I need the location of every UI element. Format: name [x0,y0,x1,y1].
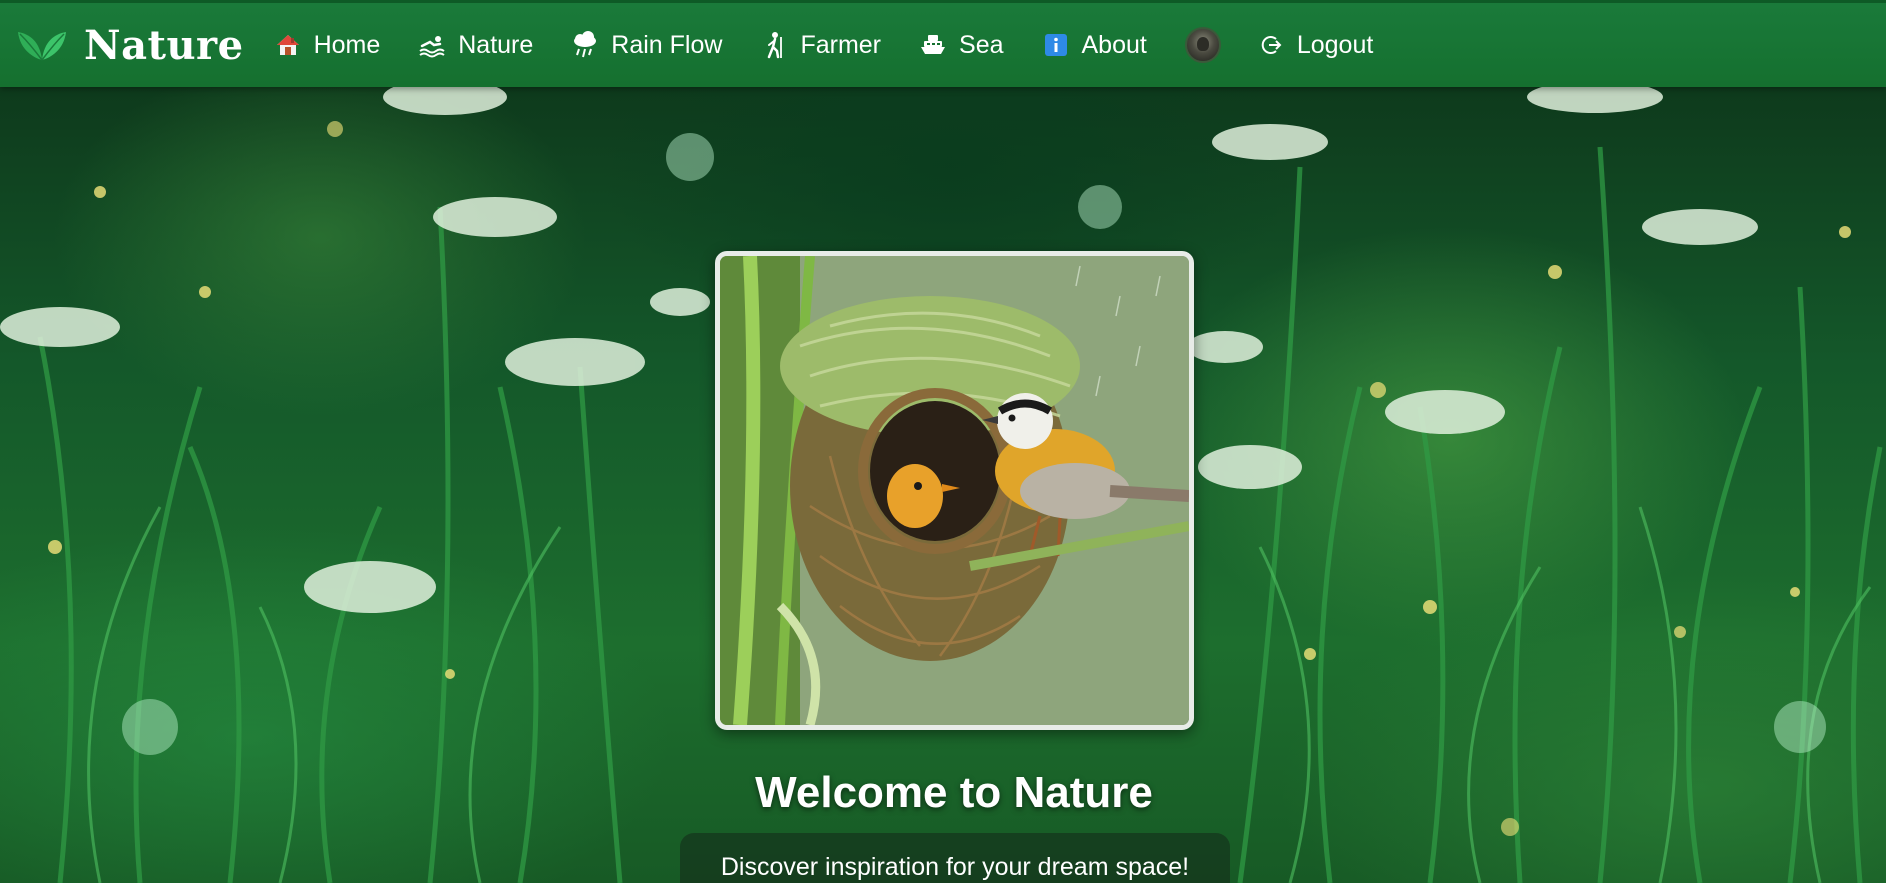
hero-tagline: Discover inspiration for your dream spac… [680,833,1230,883]
nav-item-sea[interactable]: Sea [919,30,1004,60]
nav-label-farmer: Farmer [800,30,882,59]
nav-label-nature: Nature [458,30,534,59]
nav-item-home[interactable]: Home [274,30,381,60]
ship-icon [919,31,947,59]
walking-person-icon [760,31,788,59]
brand-link[interactable]: Nature [16,22,244,69]
navbar: Nature Home Nature Rain Flow Farmer Sea … [0,0,1886,87]
house-icon [274,31,302,59]
featured-bird-nest-image [715,251,1194,730]
nav-item-logout[interactable]: Logout [1257,31,1373,60]
user-avatar[interactable] [1184,27,1221,63]
nav-item-farmer[interactable]: Farmer [760,31,881,60]
brand-name: Nature [84,21,244,69]
info-icon [1042,31,1070,59]
nav-item-rain-flow[interactable]: Rain Flow [571,31,722,60]
nav-item-nature[interactable]: Nature [418,31,533,60]
nav-label-rain-flow: Rain Flow [611,30,723,59]
logout-icon [1257,31,1285,59]
page: Nature Home Nature Rain Flow Farmer Sea … [0,0,1886,883]
nav-label-about: About [1081,30,1147,59]
nav-item-about[interactable]: About [1042,31,1147,60]
bird-nest-illustration [720,256,1189,725]
rain-cloud-icon [571,31,599,59]
swimmer-icon [418,31,446,59]
nav-label-logout: Logout [1296,30,1374,59]
hero-title: Welcome to Nature [755,768,1153,817]
leaf-icon [18,32,66,61]
nav-label-home: Home [313,30,381,59]
nav-label-sea: Sea [959,30,1004,59]
